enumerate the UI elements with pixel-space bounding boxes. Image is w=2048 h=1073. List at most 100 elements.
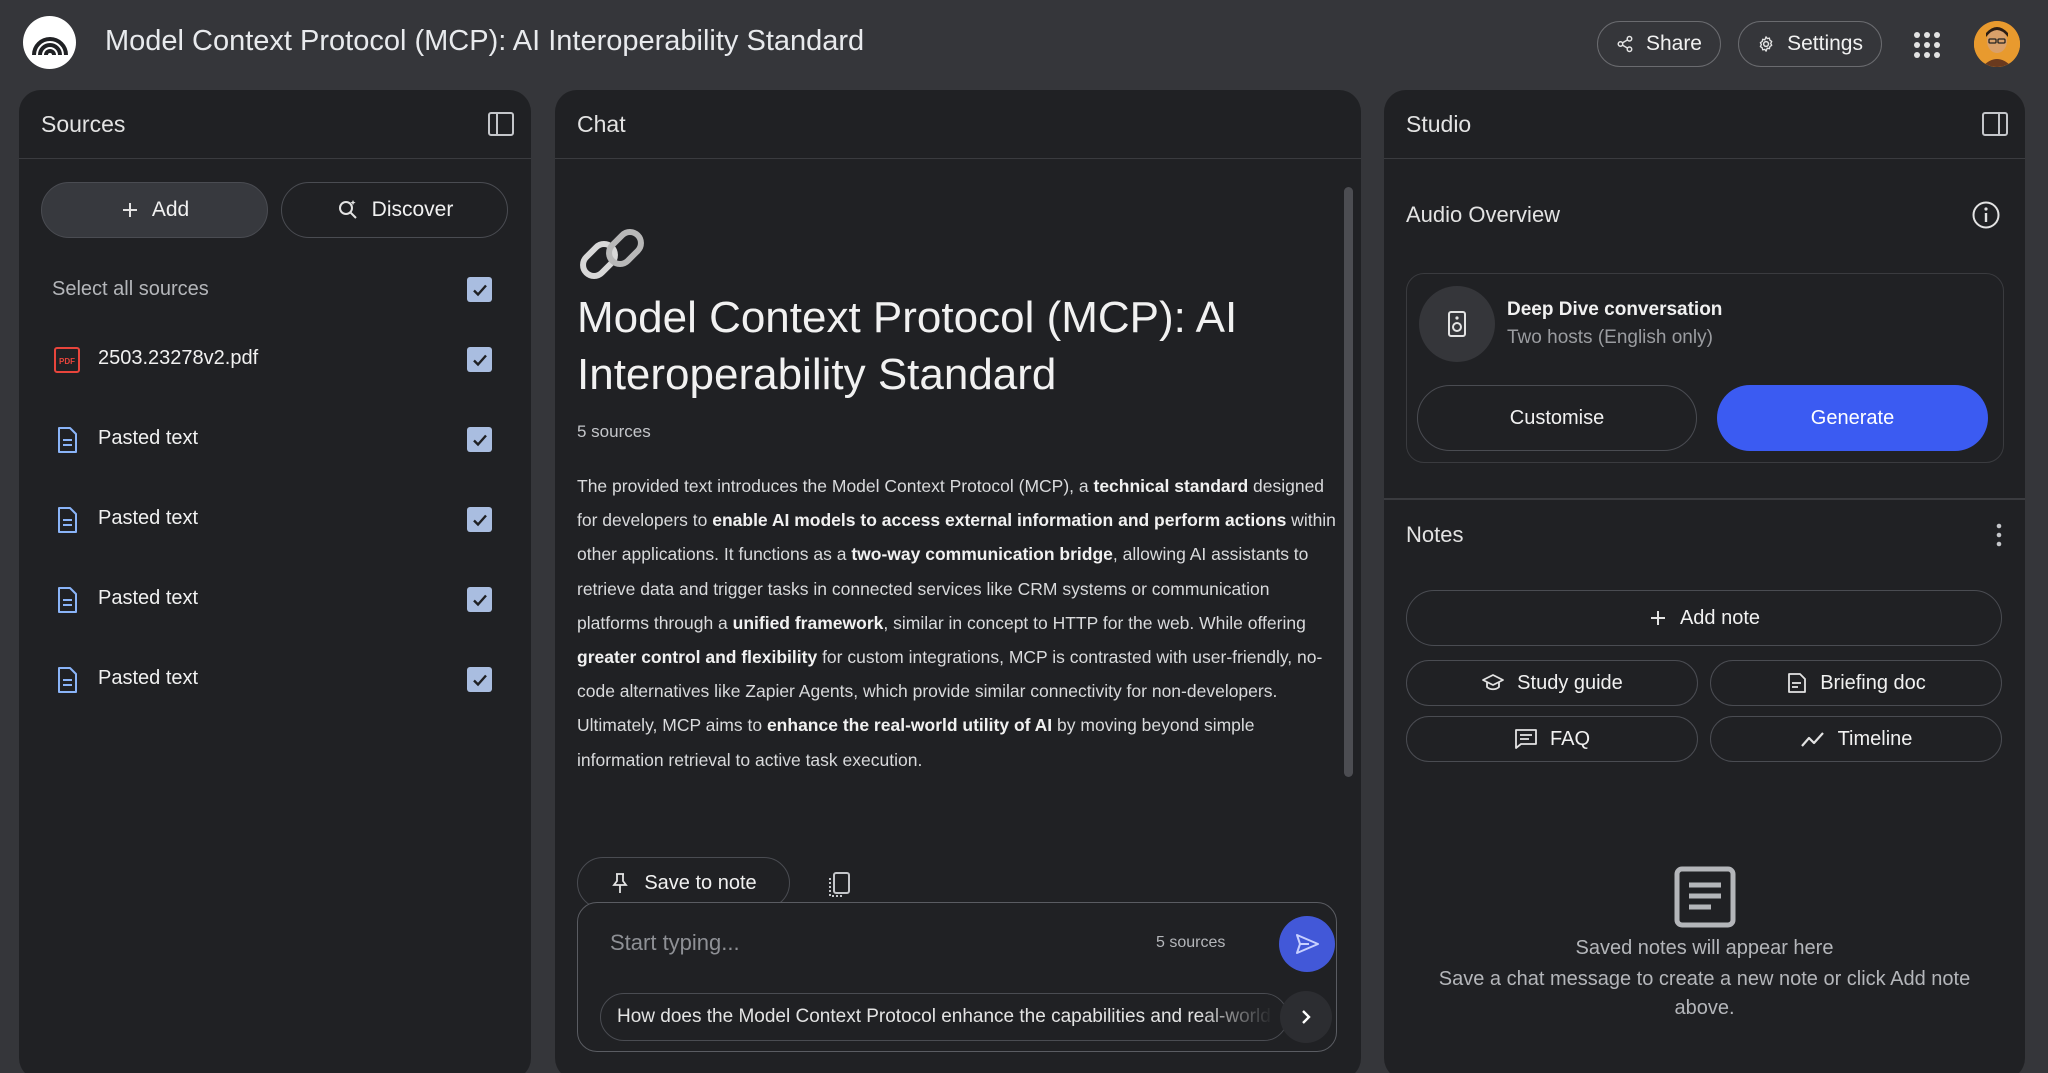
document-icon [58, 587, 77, 613]
copy-icon[interactable] [825, 870, 853, 900]
plus-icon [122, 203, 137, 217]
source-label: Pasted text [98, 427, 199, 449]
discover-label: Discover [371, 198, 454, 221]
studio-header: Studio [1384, 90, 2025, 159]
faq-icon [1515, 729, 1537, 749]
notebook-logo-icon [31, 36, 68, 55]
apps-grid-icon[interactable] [1912, 30, 1942, 60]
customise-button[interactable]: Customise [1417, 385, 1697, 451]
plus-icon [1650, 611, 1665, 625]
collapse-panel-icon[interactable] [1981, 110, 2009, 138]
suggested-question[interactable]: How does the Model Context Protocol enha… [600, 993, 1288, 1041]
source-checkbox[interactable] [467, 507, 492, 532]
timeline-button[interactable]: Timeline [1710, 716, 2002, 762]
summary-highlight: enable AI models to access external info… [712, 510, 1287, 531]
collapse-panel-icon[interactable] [487, 110, 515, 138]
add-note-label: Add note [1679, 606, 1761, 629]
audio-icon-container [1419, 286, 1495, 362]
graduation-cap-icon [1482, 674, 1505, 691]
save-to-note-label: Save to note [644, 871, 757, 894]
source-item[interactable]: Pasted text [19, 650, 531, 710]
add-note-button[interactable]: Add note [1406, 590, 2002, 646]
notes-empty-icon [1674, 866, 1736, 928]
document-icon [58, 507, 77, 533]
audio-card-title: Deep Dive conversation [1507, 299, 1723, 320]
faq-label: FAQ [1549, 727, 1590, 750]
send-button[interactable] [1279, 916, 1335, 972]
avatar-face-icon [1974, 21, 2020, 67]
source-checkbox[interactable] [467, 427, 492, 452]
studio-panel: Studio Audio Overview Deep Dive conversa… [1384, 90, 2025, 1073]
select-all-checkbox[interactable] [467, 277, 492, 302]
audio-overview-card: Deep Dive conversation Two hosts (Englis… [1406, 273, 2004, 463]
summary-highlight: unified framework [732, 612, 884, 633]
checkmark-icon [472, 514, 487, 526]
chat-header: Chat [555, 90, 1361, 159]
app-logo[interactable] [23, 16, 76, 69]
study-guide-button[interactable]: Study guide [1406, 660, 1698, 706]
briefing-doc-label: Briefing doc [1820, 671, 1926, 694]
summary-text: The provided text introduces the Model C… [577, 476, 1094, 496]
faq-button[interactable]: FAQ [1406, 716, 1698, 762]
source-count: 5 sources [577, 422, 651, 441]
source-item[interactable]: Pasted text [19, 490, 531, 550]
discover-sources-button[interactable]: Discover [281, 182, 508, 238]
add-source-button[interactable]: Add [41, 182, 268, 238]
more-options-icon[interactable] [1995, 522, 2003, 548]
chat-composer: 5 sources How does the Model Context Pro… [577, 902, 1337, 1052]
audio-overview-title: Audio Overview [1406, 202, 1561, 227]
chat-title: Chat [577, 111, 626, 137]
pin-icon [612, 873, 629, 893]
summary-highlight: enhance the real-world utility of AI [766, 715, 1053, 736]
summary-highlight: two-way communication bridge [851, 544, 1113, 565]
checkmark-icon [472, 674, 487, 686]
checkmark-icon [472, 284, 487, 296]
briefing-doc-button[interactable]: Briefing doc [1710, 660, 2002, 706]
pdf-icon: PDF [54, 347, 80, 373]
composer-source-count: 5 sources [1156, 934, 1226, 951]
sources-panel: Sources Add Discover Select all sources … [19, 90, 531, 1073]
checkmark-icon [472, 434, 487, 446]
briefing-doc-icon [1788, 673, 1807, 693]
source-checkbox[interactable] [467, 667, 492, 692]
source-item[interactable]: PDF 2503.23278v2.pdf [19, 330, 531, 390]
source-checkbox[interactable] [467, 347, 492, 372]
notes-title: Notes [1406, 522, 1464, 547]
discover-search-icon [338, 200, 357, 219]
timeline-icon [1800, 732, 1824, 747]
source-label: 2503.23278v2.pdf [98, 347, 259, 369]
svg-text:PDF: PDF [59, 357, 75, 366]
timeline-label: Timeline [1837, 727, 1913, 750]
speaker-icon [1448, 311, 1466, 337]
source-label: Pasted text [98, 667, 199, 689]
user-avatar[interactable] [1974, 21, 2020, 67]
summary-highlight: greater control and flexibility [577, 647, 818, 668]
chat-input[interactable] [610, 923, 1110, 963]
notes-empty-title: Saved notes will appear here [1575, 937, 1834, 959]
next-suggestion-button[interactable] [1280, 991, 1332, 1043]
generate-button[interactable]: Generate [1717, 385, 1988, 451]
checkmark-icon [472, 594, 487, 606]
source-label: Pasted text [98, 507, 199, 529]
summary-text: , similar in concept to HTTP for the web… [883, 612, 1306, 633]
settings-button[interactable]: Settings [1738, 21, 1882, 67]
chat-panel: Chat Model Context Protocol (MCP): AI In… [555, 90, 1361, 1073]
chevron-right-icon [1302, 1010, 1311, 1024]
source-checkbox[interactable] [467, 587, 492, 612]
notebook-title-header[interactable]: Model Context Protocol (MCP): AI Interop… [105, 25, 864, 58]
top-bar: Model Context Protocol (MCP): AI Interop… [0, 0, 2048, 90]
source-label: Pasted text [98, 587, 199, 609]
settings-label: Settings [1787, 32, 1863, 55]
audio-card-subtitle: Two hosts (English only) [1507, 327, 1713, 348]
info-icon[interactable] [1971, 200, 2001, 230]
share-button[interactable]: Share [1597, 21, 1721, 67]
share-icon [1617, 35, 1633, 53]
notebook-title: Model Context Protocol (MCP): AI Interop… [577, 293, 1238, 399]
checkmark-icon [472, 354, 487, 366]
select-all-label: Select all sources [52, 278, 209, 300]
share-label: Share [1645, 32, 1702, 55]
source-item[interactable]: Pasted text [19, 570, 531, 630]
source-item[interactable]: Pasted text [19, 410, 531, 470]
chat-content: Model Context Protocol (MCP): AI Interop… [555, 159, 1361, 859]
sources-header: Sources [19, 90, 531, 159]
